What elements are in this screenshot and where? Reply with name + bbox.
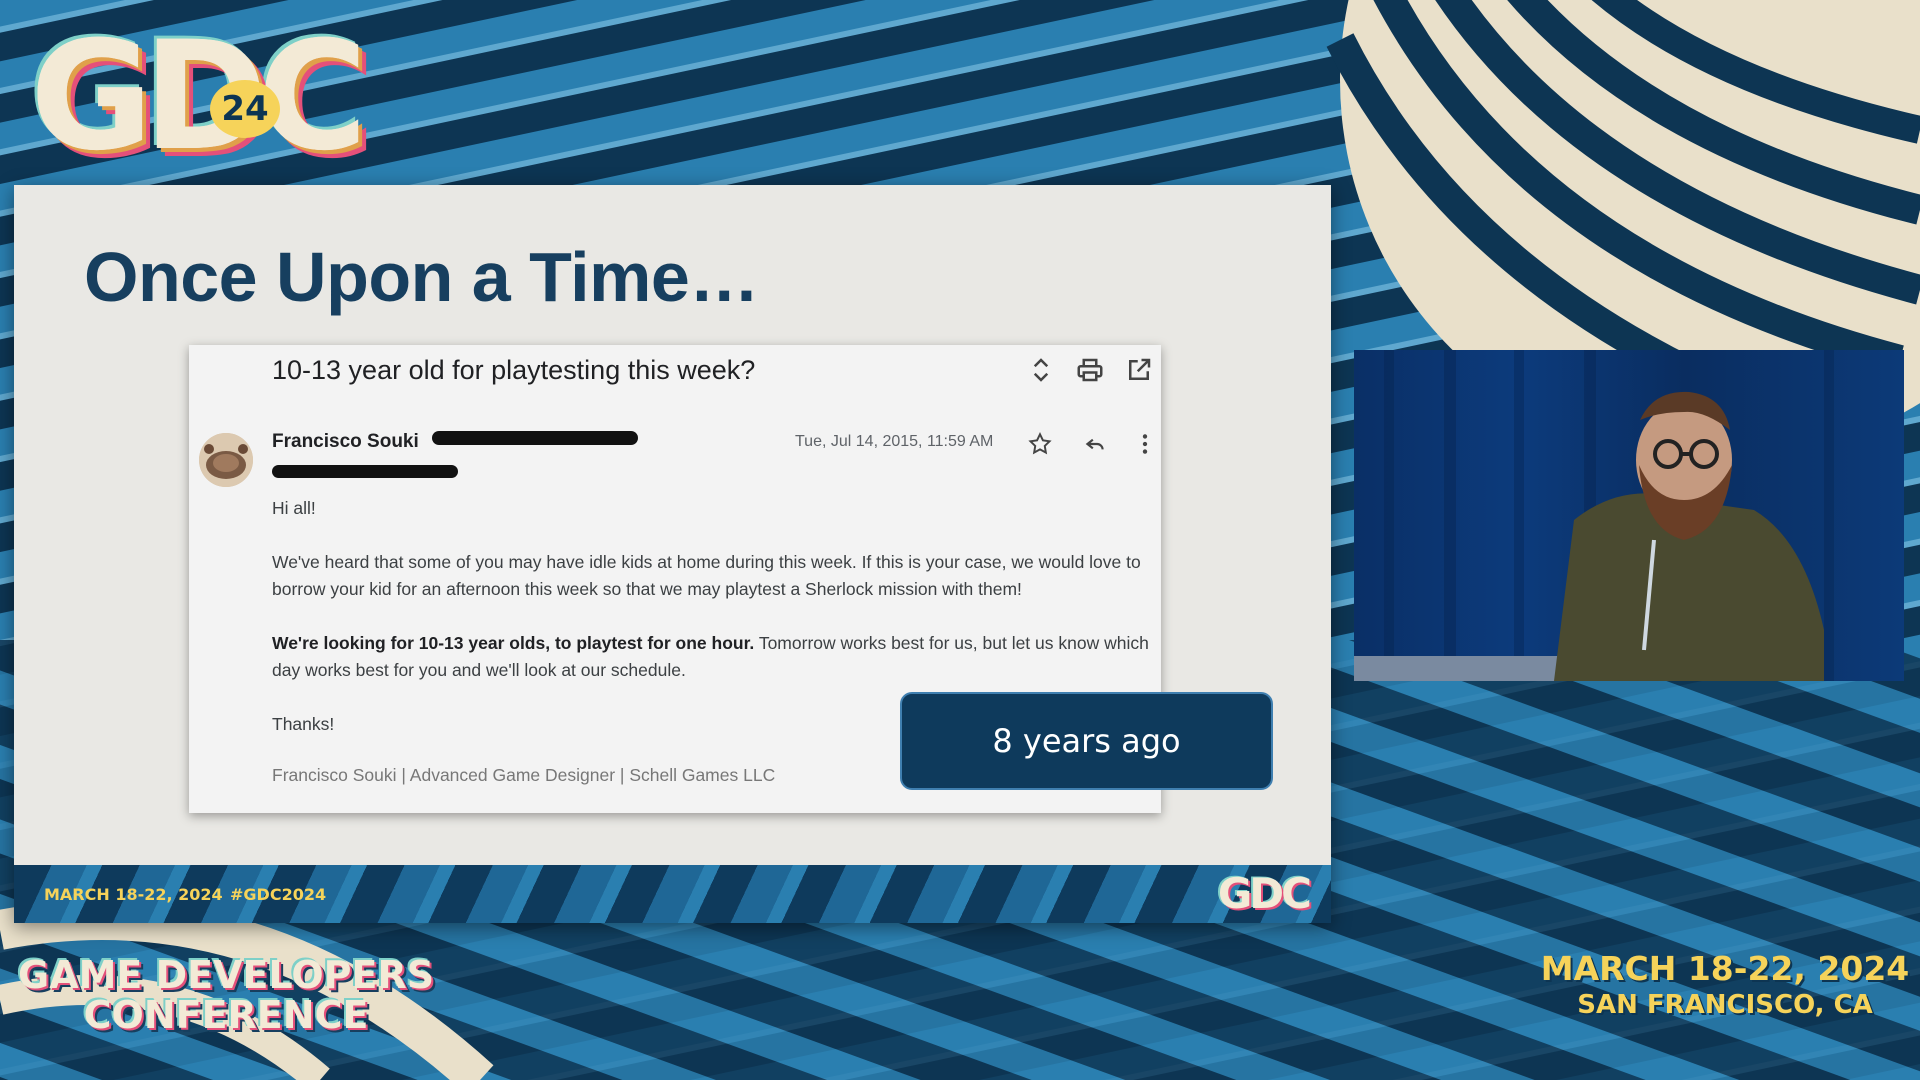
years-ago-badge: 8 years ago [900, 692, 1273, 790]
expand-collapse-icon[interactable] [1026, 355, 1056, 385]
more-options-icon[interactable] [1132, 431, 1158, 457]
email-signature: Francisco Souki | Advanced Game Designer… [272, 765, 776, 785]
email-subject: 10-13 year old for playtesting this week… [272, 355, 756, 385]
email-paragraph-2-bold: We're looking for 10-13 year olds, to pl… [272, 633, 755, 653]
open-in-new-window-icon[interactable] [1124, 355, 1154, 385]
reply-icon[interactable] [1082, 431, 1108, 457]
conference-title-line-2: CONFERENCE [83, 993, 369, 1037]
conference-title: GAME DEVELOPERS CONFERENCE [18, 955, 434, 1035]
star-icon[interactable] [1027, 431, 1053, 457]
slide-footer: MARCH 18-22, 2024 #GDC2024 GDC [14, 865, 1331, 923]
conference-title-line-1: GAME DEVELOPERS [18, 953, 435, 997]
conference-location: SAN FRANCISCO, CA [1577, 990, 1873, 1020]
slide-title: Once Upon a Time… [84, 238, 759, 316]
email-paragraph-2: We're looking for 10-13 year olds, to pl… [272, 630, 1152, 684]
gdc-logo-year-badge: 24 [210, 80, 280, 138]
conference-date-location: MARCH 18-22, 2024 SAN FRANCISCO, CA [1540, 950, 1910, 1022]
speaker-image [1354, 350, 1834, 681]
conference-dates: MARCH 18-22, 2024 [1540, 949, 1910, 988]
sender-avatar [199, 433, 253, 487]
footer-hashtag: #GDC2024 [230, 885, 327, 904]
gdc-logo-letters: GDC [30, 10, 368, 184]
print-icon[interactable] [1075, 355, 1105, 385]
gdc-24-logo: GDC 24 [30, 22, 400, 172]
footer-dates: MARCH 18-22, 2024 [44, 885, 223, 904]
sender-name: Francisco Souki [272, 431, 419, 452]
email-greeting: Hi all! [272, 498, 316, 518]
presentation-slide: Once Upon a Time… 10-13 year old for pla… [14, 185, 1331, 923]
email-date: Tue, Jul 14, 2015, 11:59 AM [795, 433, 994, 450]
redaction-bar [432, 431, 638, 445]
footer-gdc-logo: GDC [1217, 869, 1312, 918]
avatar-image [199, 433, 253, 487]
email-paragraph-1: We've heard that some of you may have id… [272, 552, 1141, 599]
speaker-video-feed [1354, 350, 1904, 681]
redaction-bar [272, 465, 458, 478]
